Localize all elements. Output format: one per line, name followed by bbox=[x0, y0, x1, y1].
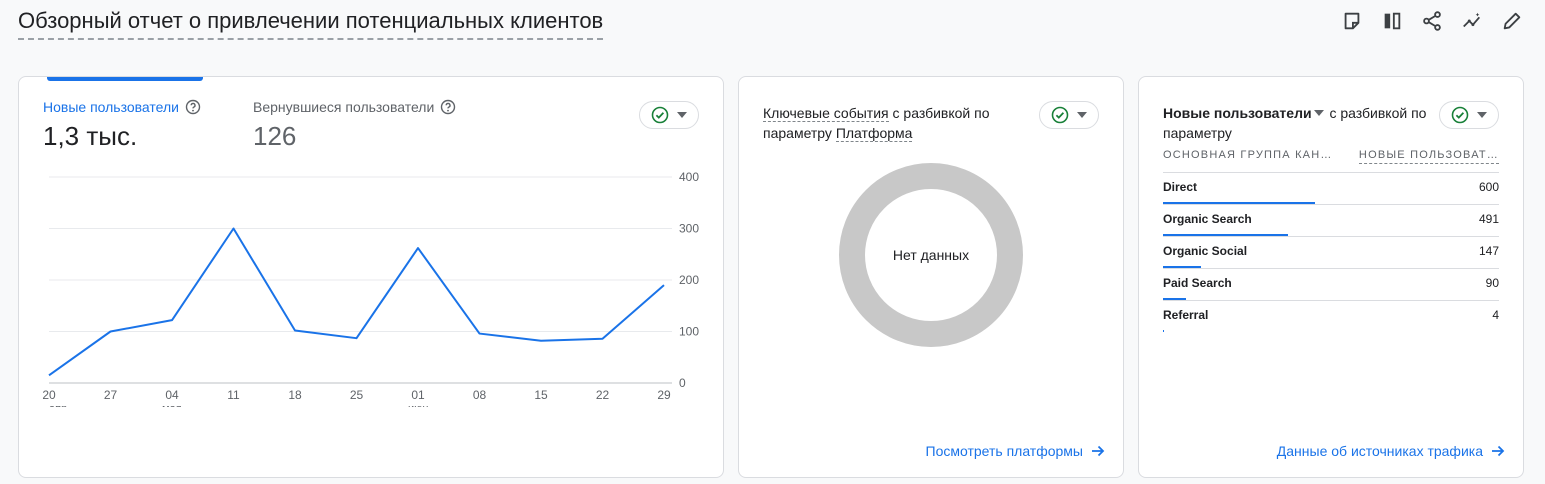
key-events-metric-label[interactable]: Ключевые события bbox=[763, 105, 889, 122]
channel-breakdown-card: Новые пользователи с разбивкой по параме… bbox=[1138, 76, 1524, 478]
table-divider bbox=[1163, 172, 1499, 173]
table-row[interactable]: Referral 4 bbox=[1163, 304, 1499, 336]
data-point[interactable] bbox=[597, 333, 609, 345]
arrow-right-icon bbox=[1092, 445, 1105, 457]
page-title: Обзорный отчет о привлечении потенциальн… bbox=[18, 8, 604, 40]
x-tick-label: 11 bbox=[227, 388, 240, 402]
insights-button[interactable] bbox=[1459, 8, 1485, 34]
x-tick-label: 08 bbox=[473, 388, 487, 402]
row-channel-name: Organic Search bbox=[1163, 212, 1252, 226]
data-point[interactable] bbox=[166, 314, 178, 326]
table-divider bbox=[1163, 268, 1499, 269]
check-circle-icon bbox=[651, 106, 669, 124]
row-new-users-value: 600 bbox=[1478, 180, 1499, 194]
row-new-users-value: 90 bbox=[1485, 276, 1499, 290]
comparison-status-button[interactable] bbox=[639, 101, 699, 129]
metric-new-users-value: 1,3 тыс. bbox=[43, 121, 138, 151]
y-tick-label: 400 bbox=[679, 170, 699, 184]
x-tick-label: 27 bbox=[104, 388, 118, 402]
view-platforms-link-text: Посмотреть платформы bbox=[925, 443, 1084, 459]
table-divider bbox=[1163, 300, 1499, 301]
dropdown-arrow-icon bbox=[1477, 112, 1487, 118]
no-data-label: Нет данных bbox=[892, 247, 970, 263]
x-tick-label: 01 bbox=[411, 388, 425, 402]
data-point[interactable] bbox=[105, 326, 117, 338]
table-divider bbox=[1163, 204, 1499, 205]
x-tick-label: 29 bbox=[657, 388, 671, 402]
note-icon bbox=[1344, 12, 1360, 30]
check-circle-icon bbox=[1451, 106, 1469, 124]
row-channel-name: Referral bbox=[1163, 308, 1209, 322]
help-icon[interactable] bbox=[185, 99, 201, 115]
channel-breakdown-title: Новые пользователи с разбивкой по параме… bbox=[1163, 103, 1435, 143]
data-point[interactable] bbox=[43, 369, 55, 381]
compare-button[interactable] bbox=[1379, 8, 1405, 34]
row-channel-name: Direct bbox=[1163, 180, 1198, 194]
data-point[interactable] bbox=[535, 335, 547, 347]
metric-tab-returning-users[interactable]: Вернувшиеся пользователи 126 bbox=[253, 99, 456, 152]
key-events-card: Ключевые события с разбивкой по параметр… bbox=[738, 76, 1124, 478]
row-new-users-value: 4 bbox=[1492, 308, 1499, 322]
y-tick-label: 300 bbox=[679, 222, 699, 236]
metric-returning-users-value: 126 bbox=[253, 121, 297, 151]
help-icon[interactable] bbox=[440, 99, 456, 115]
platform-dimension-label[interactable]: Платформа bbox=[835, 125, 913, 142]
x-tick-month-label: апр. bbox=[49, 403, 70, 407]
comparison-status-button[interactable] bbox=[1039, 101, 1099, 129]
row-share-bar bbox=[1163, 330, 1164, 332]
new-users-metric-selector[interactable]: Новые пользователи bbox=[1163, 105, 1312, 121]
data-point[interactable] bbox=[289, 324, 301, 336]
data-point[interactable] bbox=[351, 332, 363, 344]
row-channel-name: Paid Search bbox=[1163, 276, 1232, 290]
metric-new-users-label: Новые пользователи bbox=[43, 99, 179, 115]
y-tick-label: 200 bbox=[679, 273, 699, 287]
y-tick-label: 0 bbox=[679, 376, 686, 390]
x-tick-label: 25 bbox=[350, 388, 364, 402]
x-tick-label: 04 bbox=[165, 388, 179, 402]
insights-icon bbox=[1463, 12, 1481, 28]
metric-returning-users-label: Вернувшиеся пользователи bbox=[253, 99, 435, 115]
x-tick-label: 20 bbox=[42, 388, 56, 402]
table-divider bbox=[1163, 236, 1499, 237]
view-platforms-link[interactable]: Посмотреть платформы bbox=[926, 443, 1106, 459]
edit-button[interactable] bbox=[1499, 8, 1525, 34]
comparison-status-button[interactable] bbox=[1439, 101, 1499, 129]
arrow-right-icon bbox=[1492, 445, 1505, 457]
data-point[interactable] bbox=[658, 279, 670, 291]
row-new-users-value: 491 bbox=[1478, 212, 1499, 226]
edit-icon bbox=[1503, 12, 1521, 30]
row-channel-name: Organic Social bbox=[1163, 244, 1248, 258]
data-point[interactable] bbox=[474, 328, 486, 340]
new-users-line-chart: 0 100 200 300 400 20апр. 27 04мая 11 18 25 01июн. 08… bbox=[42, 170, 699, 407]
x-tick-label: 22 bbox=[596, 388, 610, 402]
traffic-sources-link-text: Данные об источниках трафика bbox=[1276, 443, 1483, 459]
dropdown-arrow-icon bbox=[677, 112, 687, 118]
metric-tab-new-users[interactable]: Новые пользователи 1,3 тыс. bbox=[43, 99, 201, 152]
x-tick-month-label: мая bbox=[162, 403, 182, 407]
share-icon bbox=[1423, 11, 1441, 31]
data-point[interactable] bbox=[228, 223, 240, 235]
check-circle-icon bbox=[1051, 106, 1069, 124]
new-users-card: Новые пользователи 1,3 тыс. Вернувшиеся … bbox=[18, 76, 724, 478]
active-metric-indicator bbox=[47, 77, 203, 81]
report-toolbar bbox=[1339, 8, 1525, 34]
x-tick-label: 18 bbox=[288, 388, 302, 402]
x-tick-month-label: июн. bbox=[408, 403, 432, 407]
row-new-users-value: 147 bbox=[1478, 244, 1499, 258]
compare-columns-icon bbox=[1384, 12, 1401, 30]
series-line bbox=[48, 227, 665, 377]
dropdown-arrow-icon bbox=[1077, 112, 1087, 118]
column-header-new-users[interactable]: НОВЫЕ ПОЛЬЗОВАТ… bbox=[1358, 149, 1499, 164]
y-tick-label: 100 bbox=[679, 325, 699, 339]
table-header: ОСНОВНАЯ ГРУППА КАН… НОВЫЕ ПОЛЬЗОВАТ… bbox=[1163, 149, 1499, 164]
dropdown-arrow-icon[interactable] bbox=[1313, 110, 1324, 116]
key-events-title: Ключевые события с разбивкой по параметр… bbox=[763, 103, 1023, 143]
share-button[interactable] bbox=[1419, 8, 1445, 34]
traffic-sources-link[interactable]: Данные об источниках трафика bbox=[1277, 443, 1505, 459]
data-point[interactable] bbox=[412, 242, 424, 254]
column-header-channel[interactable]: ОСНОВНАЯ ГРУППА КАН… bbox=[1163, 149, 1333, 164]
note-button[interactable] bbox=[1339, 8, 1365, 34]
x-tick-label: 15 bbox=[534, 388, 548, 402]
